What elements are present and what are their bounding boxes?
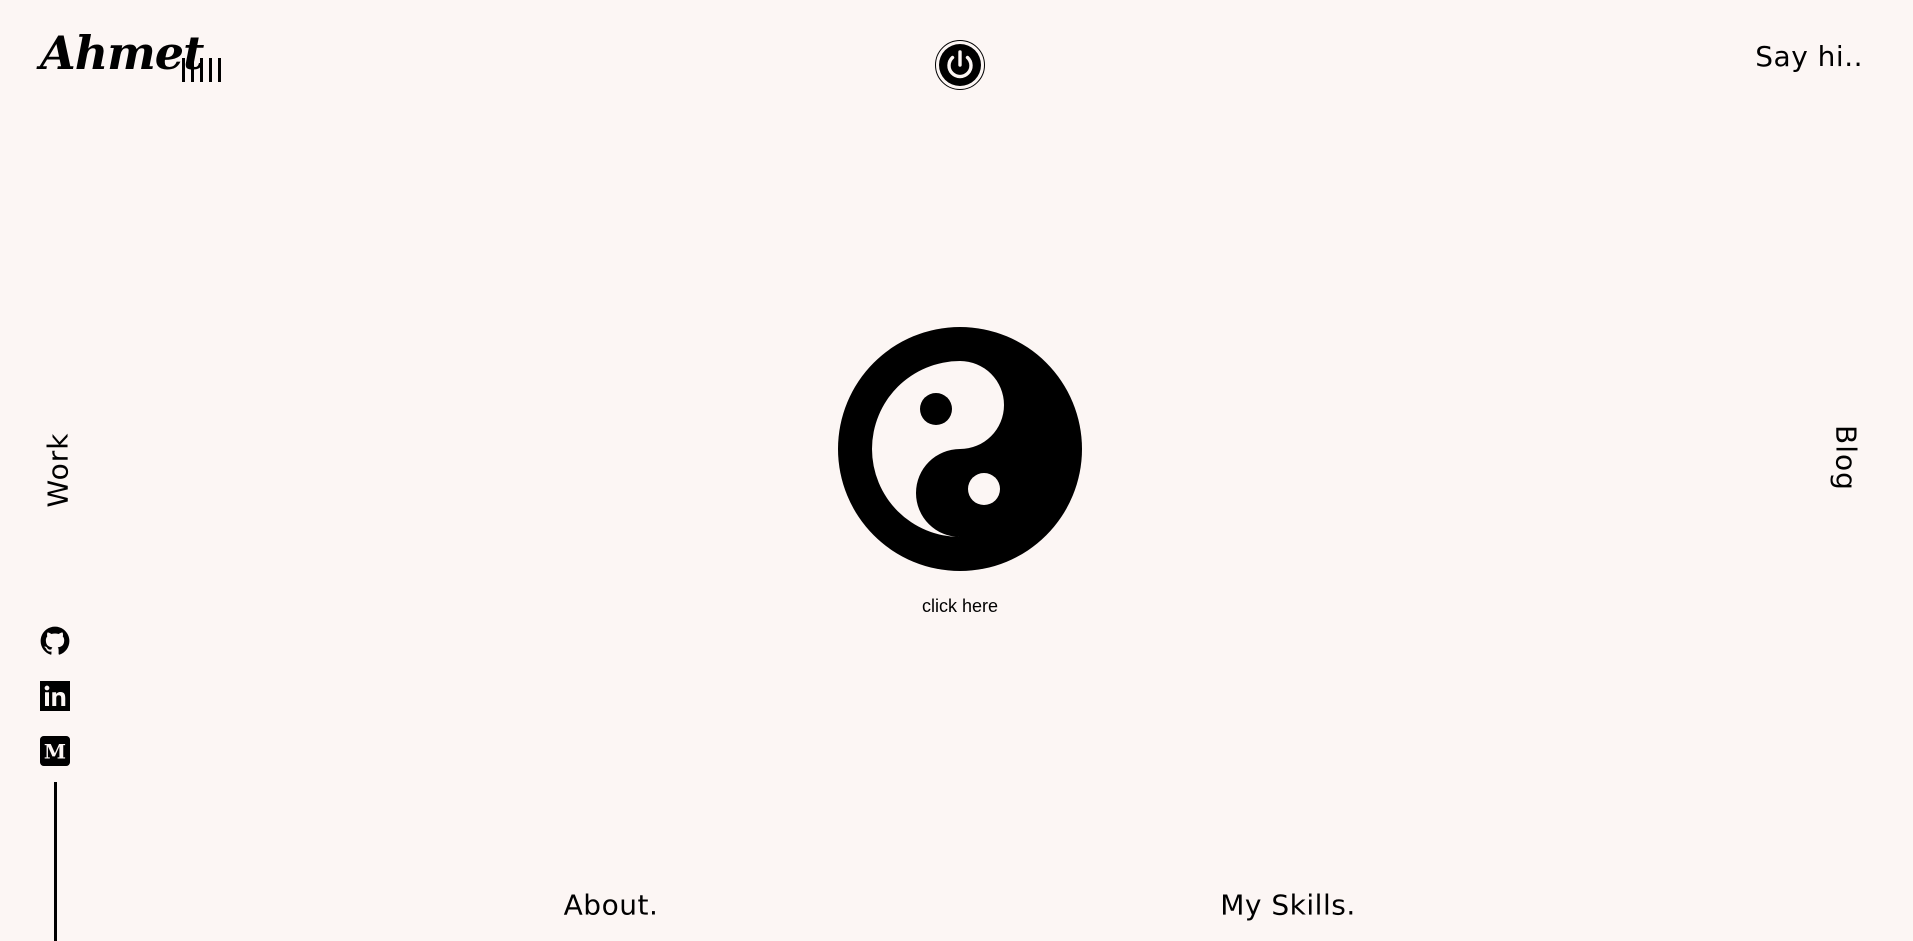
say-hi-link[interactable]: Say hi.. — [1755, 40, 1863, 73]
medium-link[interactable]: M — [40, 736, 70, 766]
power-icon — [939, 44, 981, 86]
social-links: M — [40, 626, 70, 766]
sound-bar — [200, 58, 203, 82]
sound-bars[interactable] — [182, 58, 221, 82]
work-link[interactable]: Work — [42, 433, 75, 508]
sound-bar — [182, 58, 185, 82]
github-link[interactable] — [40, 626, 70, 656]
linkedin-icon — [40, 681, 70, 711]
sound-bar — [218, 58, 221, 82]
github-icon — [40, 626, 70, 655]
linkedin-link[interactable] — [40, 681, 70, 711]
blog-link[interactable]: Blog — [1830, 425, 1863, 491]
power-button[interactable] — [935, 40, 985, 90]
my-skills-link[interactable]: My Skills. — [1220, 889, 1355, 922]
sound-bar — [209, 58, 212, 82]
yin-yang-icon[interactable] — [838, 327, 1082, 571]
click-here-label: click here — [921, 596, 999, 616]
medium-icon: M — [40, 736, 70, 766]
logo[interactable]: Ahmet — [40, 30, 204, 76]
about-link[interactable]: About. — [564, 889, 659, 922]
social-divider-line — [54, 782, 57, 941]
page: Ahmet Say hi.. Work Blog click here M Ab… — [0, 0, 1913, 941]
svg-text:M: M — [44, 740, 66, 764]
sound-bar — [191, 58, 194, 82]
